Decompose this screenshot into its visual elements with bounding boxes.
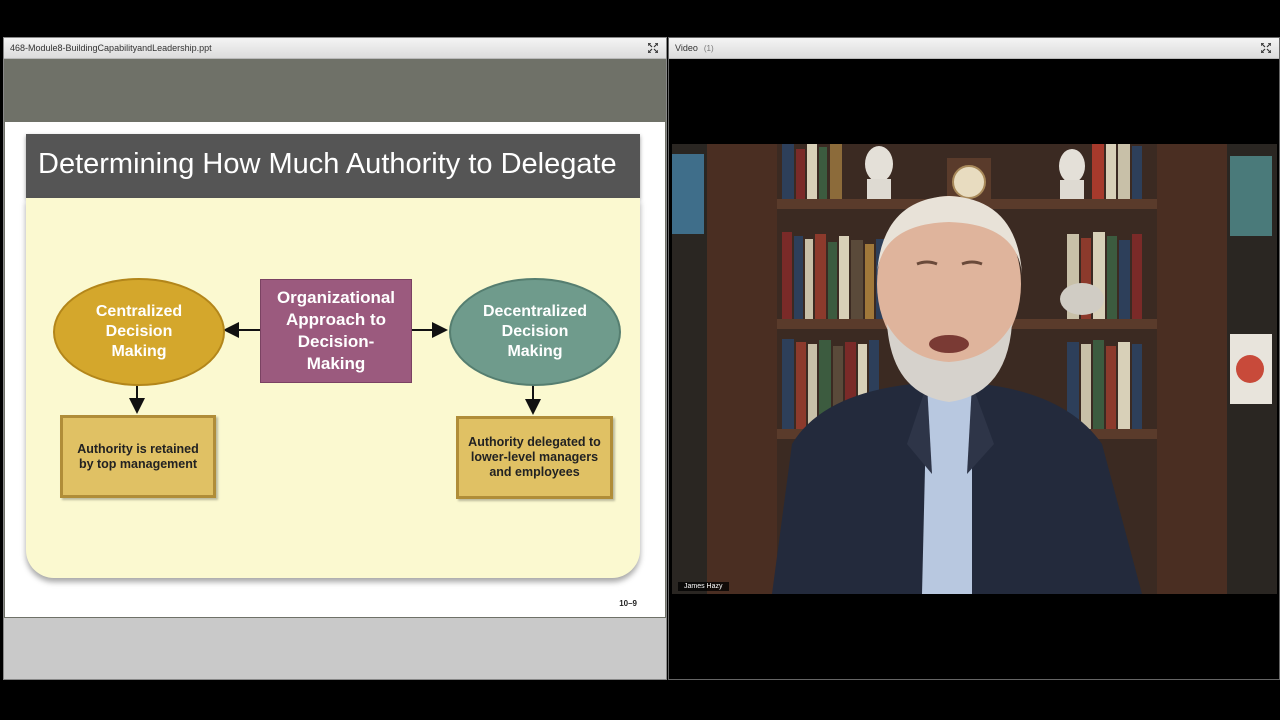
decentralized-ellipse: Decentralized Decision Making (449, 278, 621, 386)
centralized-label: Centralized Decision Making (95, 303, 183, 360)
presenter-name-tag: James Hazy (678, 582, 729, 591)
expand-icon[interactable] (648, 43, 658, 53)
presenter-video-image (672, 144, 1277, 594)
video-pod-title: Video (675, 43, 698, 53)
delegated-label: Authority delegated to lower-level manag… (468, 435, 601, 479)
video-feed[interactable]: James Hazy (672, 144, 1277, 594)
centralized-ellipse: Centralized Decision Making (53, 278, 225, 386)
slide-number: 10–9 (619, 599, 637, 608)
delegated-box: Authority delegated to lower-level manag… (456, 416, 613, 499)
retained-box: Authority is retained by top management (60, 415, 216, 498)
org-approach-box: Organizational Approach to Decision-Maki… (260, 279, 412, 383)
share-pod-titlebar: 468-Module8-BuildingCapabilityandLeaders… (4, 38, 666, 59)
decentralized-label: Decentralized Decision Making (482, 303, 588, 360)
expand-icon[interactable] (1261, 43, 1271, 53)
share-pod: 468-Module8-BuildingCapabilityandLeaders… (3, 37, 667, 680)
slide: Determining How Much Authority to Delega… (5, 122, 665, 617)
share-pod-title: 468-Module8-BuildingCapabilityandLeaders… (10, 43, 212, 53)
video-pod: Video (1) James Hazy (668, 37, 1280, 680)
video-pod-titlebar: Video (1) (669, 38, 1279, 59)
retained-label: Authority is retained by top management (77, 441, 199, 471)
org-approach-label: Organizational Approach to Decision-Maki… (276, 288, 396, 373)
share-pod-footer (4, 618, 666, 679)
participant-count: (1) (703, 44, 714, 53)
